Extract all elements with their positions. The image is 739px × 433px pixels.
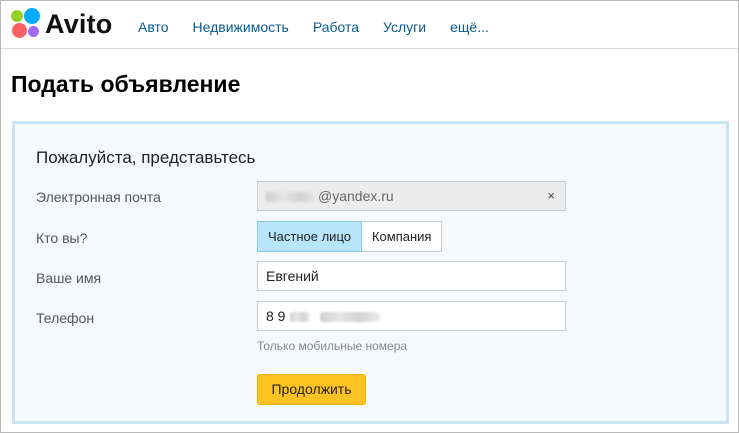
email-domain: @yandex.ru bbox=[318, 188, 394, 204]
phone-prefix: 8 9 bbox=[266, 308, 286, 324]
who-toggle: Частное лицо Компания bbox=[257, 221, 443, 252]
email-field[interactable]: @yandex.ru × bbox=[257, 181, 566, 211]
top-header: Avito Авто Недвижимость Работа Услуги ещ… bbox=[1, 1, 738, 49]
logo-text: Avito bbox=[45, 9, 113, 39]
name-label: Ваше имя bbox=[36, 270, 102, 286]
avito-logo[interactable]: Avito bbox=[11, 8, 121, 40]
nav-services[interactable]: Услуги bbox=[383, 18, 426, 38]
email-label: Электронная почта bbox=[36, 189, 161, 205]
name-input[interactable]: Евгений bbox=[257, 261, 566, 291]
option-company[interactable]: Компания bbox=[361, 221, 443, 252]
avito-logo-icon bbox=[11, 8, 43, 40]
phone-hint: Только мобильные номера bbox=[257, 339, 408, 353]
option-private-person[interactable]: Частное лицо bbox=[257, 221, 362, 252]
phone-redacted bbox=[320, 312, 381, 323]
who-label: Кто вы? bbox=[36, 230, 88, 246]
main-nav: Авто Недвижимость Работа Услуги ещё... bbox=[138, 18, 513, 38]
nav-jobs[interactable]: Работа bbox=[313, 18, 359, 38]
phone-input[interactable]: 8 9 bbox=[257, 301, 566, 331]
nav-auto[interactable]: Авто bbox=[138, 18, 169, 38]
registration-panel: Пожалуйста, представьтесь Электронная по… bbox=[12, 121, 729, 424]
email-redacted bbox=[266, 192, 318, 203]
continue-button[interactable]: Продолжить bbox=[257, 374, 366, 405]
form-title: Пожалуйста, представьтесь bbox=[36, 148, 256, 167]
nav-more[interactable]: ещё... bbox=[450, 18, 489, 38]
phone-label: Телефон bbox=[36, 310, 95, 326]
nav-realty[interactable]: Недвижимость bbox=[193, 18, 289, 38]
clear-email-icon[interactable]: × bbox=[547, 182, 555, 210]
page-title: Подать объявление bbox=[11, 71, 241, 97]
